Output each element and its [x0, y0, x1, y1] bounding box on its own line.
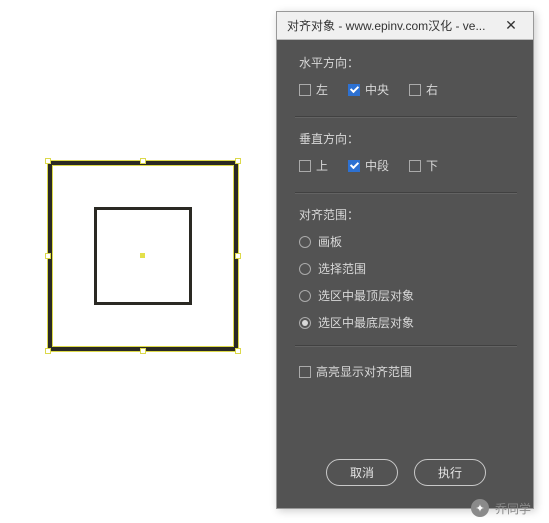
checkbox-icon — [299, 160, 311, 172]
dialog-title: 对齐对象 - www.epinv.com汉化 - ve... — [287, 17, 495, 34]
handle-middle-left[interactable] — [45, 253, 51, 259]
horizontal-options: 左 中央 右 — [299, 81, 513, 98]
scope-label: 对齐范围： — [299, 206, 513, 223]
handle-middle-right[interactable] — [235, 253, 241, 259]
checkbox-h-center[interactable]: 中央 — [348, 81, 389, 98]
checkbox-v-middle[interactable]: 中段 — [348, 157, 389, 174]
vertical-label: 垂直方向： — [299, 130, 513, 147]
checkbox-icon — [299, 366, 311, 378]
align-dialog: 对齐对象 - www.epinv.com汉化 - ve... ✕ 水平方向： 左… — [276, 11, 534, 509]
radio-label: 选区中最顶层对象 — [318, 287, 414, 304]
radio-icon — [299, 236, 311, 248]
close-icon: ✕ — [505, 17, 517, 34]
checkbox-label: 中段 — [365, 157, 389, 174]
handle-bottom-right[interactable] — [235, 348, 241, 354]
horizontal-label: 水平方向： — [299, 54, 513, 71]
radio-bottommost[interactable]: 选区中最底层对象 — [299, 314, 513, 331]
dialog-panel: 水平方向： 左 中央 右 垂直方向： 上 中段 — [277, 40, 533, 508]
checkbox-highlight[interactable]: 高亮显示对齐范围 — [299, 363, 513, 380]
checkbox-v-bottom[interactable]: 下 — [409, 157, 438, 174]
selection-center-icon — [140, 253, 145, 258]
checkbox-label: 上 — [316, 157, 328, 174]
checkbox-icon — [299, 84, 311, 96]
checkbox-label: 右 — [426, 81, 438, 98]
divider — [295, 345, 517, 347]
handle-bottom-middle[interactable] — [140, 348, 146, 354]
wechat-icon: ✦ — [471, 499, 489, 517]
radio-selection[interactable]: 选择范围 — [299, 260, 513, 277]
vertical-options: 上 中段 下 — [299, 157, 513, 174]
radio-icon — [299, 290, 311, 302]
checkbox-icon — [409, 84, 421, 96]
divider — [295, 116, 517, 118]
radio-icon — [299, 317, 311, 329]
handle-top-left[interactable] — [45, 158, 51, 164]
checkbox-icon — [348, 160, 360, 172]
checkbox-label: 左 — [316, 81, 328, 98]
watermark-text: 乔同学 — [495, 500, 531, 517]
radio-icon — [299, 263, 311, 275]
checkbox-h-left[interactable]: 左 — [299, 81, 328, 98]
checkbox-icon — [348, 84, 360, 96]
close-button[interactable]: ✕ — [495, 15, 527, 37]
dialog-titlebar[interactable]: 对齐对象 - www.epinv.com汉化 - ve... ✕ — [277, 12, 533, 40]
checkbox-icon — [409, 160, 421, 172]
radio-artboard[interactable]: 画板 — [299, 233, 513, 250]
watermark: ✦ 乔同学 — [471, 499, 531, 517]
handle-top-right[interactable] — [235, 158, 241, 164]
radio-label: 画板 — [318, 233, 342, 250]
handle-top-middle[interactable] — [140, 158, 146, 164]
checkbox-label: 中央 — [365, 81, 389, 98]
divider — [295, 192, 517, 194]
radio-topmost[interactable]: 选区中最顶层对象 — [299, 287, 513, 304]
checkbox-label: 高亮显示对齐范围 — [316, 363, 412, 380]
checkbox-v-top[interactable]: 上 — [299, 157, 328, 174]
checkbox-h-right[interactable]: 右 — [409, 81, 438, 98]
radio-label: 选择范围 — [318, 260, 366, 277]
cancel-button[interactable]: 取消 — [326, 459, 398, 486]
execute-button[interactable]: 执行 — [414, 459, 486, 486]
radio-label: 选区中最底层对象 — [318, 314, 414, 331]
handle-bottom-left[interactable] — [45, 348, 51, 354]
canvas-selection — [44, 157, 242, 355]
scope-options: 画板 选择范围 选区中最顶层对象 选区中最底层对象 — [299, 233, 513, 331]
button-row: 取消 执行 — [299, 459, 513, 494]
checkbox-label: 下 — [426, 157, 438, 174]
